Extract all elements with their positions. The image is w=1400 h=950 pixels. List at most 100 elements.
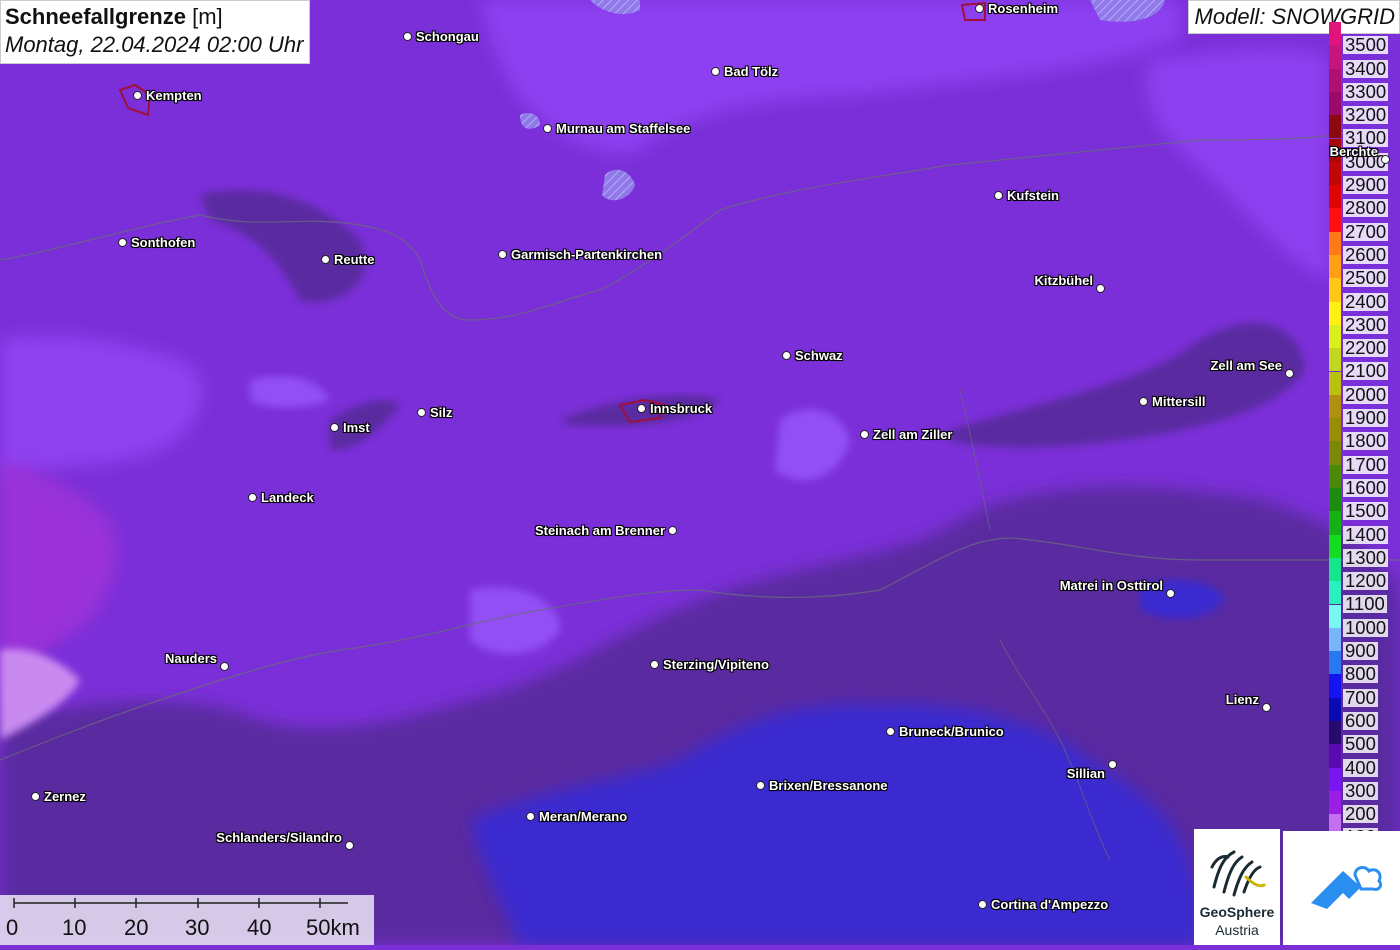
legend-row: 3500 [1329, 22, 1400, 55]
city-label[interactable]: Rosenheim [988, 1, 1058, 16]
city-marker[interactable] [417, 408, 426, 417]
map-datetime: Montag, 22.04.2024 02:00 Uhr [5, 32, 304, 57]
city-marker[interactable] [220, 662, 229, 671]
city-marker[interactable] [1108, 760, 1117, 769]
legend-row: 2700 [1329, 208, 1400, 241]
legend-row: 3400 [1329, 45, 1400, 78]
city-label[interactable]: Sterzing/Vipiteno [663, 657, 769, 672]
city-marker[interactable] [118, 238, 127, 247]
city-marker[interactable] [711, 67, 720, 76]
city-marker[interactable] [498, 250, 507, 259]
legend-swatch [1329, 790, 1341, 815]
legend-row: 1400 [1329, 511, 1400, 544]
city-marker[interactable] [1166, 589, 1175, 598]
city-marker[interactable] [1096, 284, 1105, 293]
city-marker[interactable] [31, 792, 40, 801]
city-marker[interactable] [1262, 703, 1271, 712]
city-marker[interactable] [860, 430, 869, 439]
city-marker[interactable] [248, 493, 257, 502]
legend-swatch [1329, 488, 1341, 512]
legend-swatch [1329, 418, 1341, 442]
city-marker[interactable] [403, 32, 412, 41]
city-label[interactable]: Bad Tölz [724, 64, 778, 79]
city-label[interactable]: Zell am See [1210, 358, 1282, 373]
city-label[interactable]: Imst [343, 420, 370, 435]
city-label[interactable]: Schlanders/Silandro [216, 830, 342, 845]
city-label[interactable]: Steinach am Brenner [535, 523, 665, 538]
map-canvas[interactable] [0, 0, 1400, 945]
city-label[interactable]: Kufstein [1007, 188, 1059, 203]
city-label[interactable]: Nauders [165, 651, 217, 666]
city-label[interactable]: Innsbruck [650, 401, 712, 416]
city-label[interactable]: Landeck [261, 490, 314, 505]
city-marker[interactable] [994, 191, 1003, 200]
city-marker[interactable] [650, 660, 659, 669]
city-marker[interactable] [756, 781, 765, 790]
city-label[interactable]: Brixen/Bressanone [769, 778, 888, 793]
city-label[interactable]: Garmisch-Partenkirchen [511, 247, 662, 262]
city-marker[interactable] [133, 91, 142, 100]
legend-row: 400 [1329, 744, 1400, 777]
city-label[interactable]: Matrei in Osttirol [1060, 578, 1163, 593]
city-marker[interactable] [321, 255, 330, 264]
geosphere-logo[interactable]: GeoSphere Austria [1194, 829, 1280, 945]
city-label[interactable]: Sillian [1067, 766, 1105, 781]
city-marker[interactable] [526, 812, 535, 821]
legend-swatch [1329, 185, 1341, 209]
city-marker[interactable] [1139, 397, 1148, 406]
legend-swatch [1329, 604, 1341, 628]
geosphere-mark-icon [1210, 850, 1266, 897]
city-label[interactable]: Sonthofen [131, 235, 195, 250]
legend-row: 1200 [1329, 557, 1400, 591]
legend-swatch [1329, 511, 1341, 535]
legend-swatch [1329, 697, 1341, 721]
legend-swatch [1329, 721, 1341, 745]
legend-row: 3300 [1329, 68, 1400, 101]
city-marker[interactable] [668, 526, 677, 535]
legend-swatch [1329, 394, 1341, 419]
city-label[interactable]: Cortina d'Ampezzo [991, 897, 1108, 912]
legend-swatch [1329, 534, 1341, 558]
city-marker[interactable] [1285, 369, 1294, 378]
scale-label-20: 20 [124, 915, 149, 940]
city-label[interactable]: Schongau [416, 29, 479, 44]
geosphere-name: GeoSphere [1199, 904, 1275, 920]
city-label[interactable]: Reutte [334, 252, 374, 267]
scale-label-40: 40 [247, 915, 272, 940]
legend-swatch [1329, 581, 1341, 605]
city-label[interactable]: Zernez [44, 789, 86, 804]
city-label[interactable]: Lienz [1226, 692, 1259, 707]
cloud-mountain-icon [1311, 866, 1383, 909]
city-marker[interactable] [886, 727, 895, 736]
scale-bar: 0 10 20 30 40 50km [0, 895, 374, 945]
legend-row: 500 [1329, 721, 1400, 754]
map-title: Schneefallgrenze [m] [5, 4, 223, 29]
city-label[interactable]: Zell am Ziller [873, 427, 952, 442]
city-label[interactable]: Schwaz [795, 348, 843, 363]
city-label[interactable]: Meran/Merano [539, 809, 627, 824]
city-marker[interactable] [978, 900, 987, 909]
legend-swatch [1329, 278, 1341, 302]
legend-row: 1300 [1329, 534, 1400, 567]
city-marker[interactable] [782, 351, 791, 360]
city-marker[interactable] [345, 841, 354, 850]
legend-row: 1700 [1329, 441, 1400, 474]
city-label[interactable]: Bruneck/Brunico [899, 724, 1004, 739]
city-marker[interactable] [330, 423, 339, 432]
legend-swatch [1329, 557, 1341, 582]
legend-swatch [1329, 208, 1341, 232]
city-label[interactable]: Berchte [1330, 144, 1378, 159]
city-label[interactable]: Murnau am Staffelsee [556, 121, 690, 136]
city-marker[interactable] [975, 4, 984, 13]
city-label[interactable]: Kitzbühel [1035, 273, 1094, 288]
legend-row: 600 [1329, 697, 1400, 730]
city-label[interactable]: Mittersill [1152, 394, 1205, 409]
geosphere-sub: Austria [1215, 922, 1259, 938]
legend-row: 2800 [1329, 185, 1400, 218]
cloud-logo[interactable] [1283, 831, 1400, 945]
city-marker[interactable] [637, 404, 646, 413]
city-label[interactable]: Silz [430, 405, 452, 420]
city-marker[interactable] [1381, 155, 1390, 164]
city-label[interactable]: Kempten [146, 88, 202, 103]
city-marker[interactable] [543, 124, 552, 133]
